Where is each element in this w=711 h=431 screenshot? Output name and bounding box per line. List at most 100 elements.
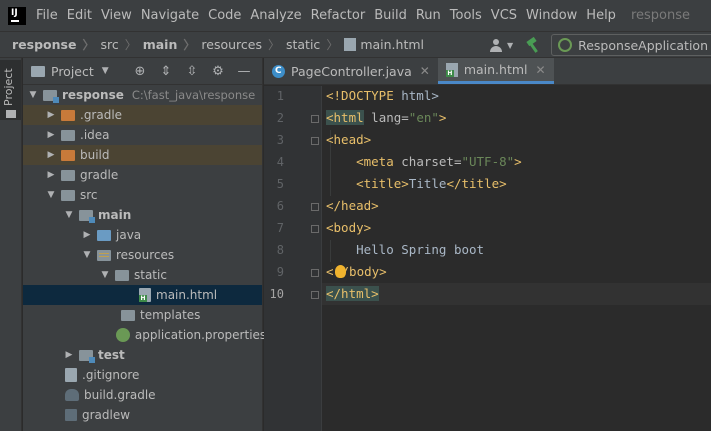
tree-item-templates[interactable]: ▶ templates — [23, 305, 262, 325]
code-editor[interactable]: 1 2 3 4 5 6 7 8 9 10 <!DOCTYPE html> <ht… — [264, 86, 711, 431]
tree-item-build-gradle[interactable]: ▶ build.gradle — [23, 385, 262, 405]
breadcrumb-item[interactable]: static 〉 — [280, 36, 338, 53]
close-icon[interactable]: ✕ — [536, 63, 546, 77]
tree-item-java[interactable]: ▶ java — [23, 225, 262, 245]
folder-icon — [61, 129, 75, 141]
gear-icon[interactable]: ⚙ — [210, 64, 226, 80]
gitignore-file-icon — [65, 368, 77, 382]
expand-all-icon[interactable]: ⇕ — [158, 64, 174, 80]
fold-marker[interactable] — [311, 115, 319, 123]
chevron-right-icon[interactable]: ▶ — [45, 130, 57, 140]
fold-marker[interactable] — [311, 137, 319, 145]
tree-item-main-html[interactable]: ▶ main.html — [23, 285, 262, 305]
spring-properties-icon — [115, 328, 130, 342]
tree-item-build[interactable]: ▶ build — [23, 145, 262, 165]
module-folder-icon — [43, 89, 59, 103]
menu-refactor[interactable]: Refactor — [311, 8, 366, 23]
tree-item-gradlew[interactable]: ▶ gradlew — [23, 405, 262, 425]
tree-item-label: templates — [140, 308, 201, 322]
run-configuration-select[interactable]: ResponseApplication — [551, 34, 711, 56]
chevron-down-icon[interactable]: ▼ — [63, 210, 75, 220]
fold-marker[interactable] — [311, 269, 319, 277]
user-icon[interactable] — [489, 38, 503, 52]
project-tool-window-label: Project — [2, 68, 15, 106]
tree-item-idea[interactable]: ▶ .idea — [23, 125, 262, 145]
menu-build[interactable]: Build — [374, 8, 407, 23]
code-line-10: </html> — [326, 286, 379, 301]
menu-navigate[interactable]: Navigate — [141, 8, 199, 23]
code-line-5: <title>Title</title> — [356, 176, 507, 191]
chevron-right-icon[interactable]: ▶ — [45, 150, 57, 160]
project-panel-toolbar: ⊕ ⇕ ⇳ ⚙ — — [132, 58, 262, 85]
breadcrumb-item[interactable]: resources 〉 — [195, 36, 280, 53]
tree-item-test[interactable]: ▶ test — [23, 345, 262, 365]
fold-marker[interactable] — [311, 291, 319, 299]
tree-item-response[interactable]: ▼ response C:\fast_java\response — [23, 85, 262, 105]
html-file-icon — [139, 288, 151, 302]
menu-view[interactable]: View — [101, 8, 132, 23]
fold-marker[interactable] — [311, 225, 319, 233]
tree-item-gitignore[interactable]: ▶ .gitignore — [23, 365, 262, 385]
hide-icon[interactable]: — — [236, 64, 252, 80]
project-view-selector[interactable]: Project — [51, 64, 94, 79]
tab-main-html[interactable]: main.html ✕ — [437, 58, 554, 84]
menu-tools[interactable]: Tools — [450, 8, 482, 23]
breadcrumb-item[interactable]: main.html — [338, 37, 424, 52]
menu-window[interactable]: Window — [526, 8, 577, 23]
tree-item-main[interactable]: ▼ main — [23, 205, 262, 225]
project-tool-window: Project ▼ ⊕ ⇕ ⇳ ⚙ — ▼ response C:\fast_j… — [23, 58, 266, 431]
tree-item-src[interactable]: ▼ src — [23, 185, 262, 205]
collapse-all-icon[interactable]: ⇳ — [184, 64, 200, 80]
chevron-down-icon[interactable]: ▼ — [507, 41, 513, 50]
tab-label: PageController.java — [291, 63, 412, 79]
module-folder-icon — [79, 349, 95, 363]
menu-run[interactable]: Run — [416, 8, 441, 23]
tree-item-gradle-cache[interactable]: ▶ .gradle — [23, 105, 262, 125]
chevron-right-icon[interactable]: ▶ — [45, 170, 57, 180]
fold-marker[interactable] — [311, 203, 319, 211]
code-line-6: </head> — [326, 198, 379, 213]
intellij-logo-icon — [8, 6, 26, 25]
chevron-right-icon[interactable]: ▶ — [45, 110, 57, 120]
breadcrumb-item[interactable]: main 〉 — [137, 36, 196, 53]
tree-item-label: .idea — [80, 128, 110, 142]
folder-icon — [6, 110, 16, 118]
menu-file[interactable]: File — [36, 8, 58, 23]
line-number: 5 — [276, 177, 284, 191]
breadcrumb-item[interactable]: response 〉 — [0, 36, 94, 53]
code-line-1: <!DOCTYPE html> — [326, 88, 439, 103]
menu-help[interactable]: Help — [586, 8, 616, 23]
chevron-down-icon[interactable]: ▼ — [102, 66, 109, 76]
locate-file-icon[interactable]: ⊕ — [132, 64, 148, 80]
intention-bulb-icon[interactable] — [335, 265, 346, 278]
line-number: 10 — [269, 287, 284, 301]
chevron-down-icon[interactable]: ▼ — [27, 90, 39, 100]
chevron-down-icon[interactable]: ▼ — [81, 250, 93, 260]
tree-item-application-properties[interactable]: ▶ application.properties — [23, 325, 266, 345]
breadcrumb-item[interactable]: src 〉 — [94, 36, 136, 53]
current-line-highlight — [322, 283, 711, 305]
build-hammer-icon[interactable] — [525, 37, 541, 53]
line-number: 7 — [276, 221, 284, 235]
tree-item-label: gradlew — [82, 408, 131, 422]
tab-page-controller[interactable]: PageController.java ✕ — [264, 58, 438, 84]
close-icon[interactable]: ✕ — [420, 64, 430, 78]
tree-item-static[interactable]: ▼ static — [23, 265, 262, 285]
editor-tab-bar: PageController.java ✕ main.html ✕ — [264, 58, 711, 85]
chevron-down-icon[interactable]: ▼ — [45, 190, 57, 200]
chevron-right-icon[interactable]: ▶ — [63, 350, 75, 360]
line-number: 2 — [276, 111, 284, 125]
menu-edit[interactable]: Edit — [67, 8, 92, 23]
html-file-icon — [445, 62, 458, 77]
line-number: 3 — [276, 133, 284, 147]
menu-vcs[interactable]: VCS — [491, 8, 517, 23]
chevron-right-icon[interactable]: ▶ — [81, 230, 93, 240]
menu-analyze[interactable]: Analyze — [250, 8, 301, 23]
tree-item-gradle[interactable]: ▶ gradle — [23, 165, 262, 185]
tree-item-label: main — [98, 208, 132, 222]
folder-icon — [61, 169, 75, 181]
chevron-down-icon[interactable]: ▼ — [99, 270, 111, 280]
tree-item-resources[interactable]: ▼ resources — [23, 245, 262, 265]
editor-gutter: 1 2 3 4 5 6 7 8 9 10 — [264, 86, 322, 431]
menu-code[interactable]: Code — [208, 8, 241, 23]
